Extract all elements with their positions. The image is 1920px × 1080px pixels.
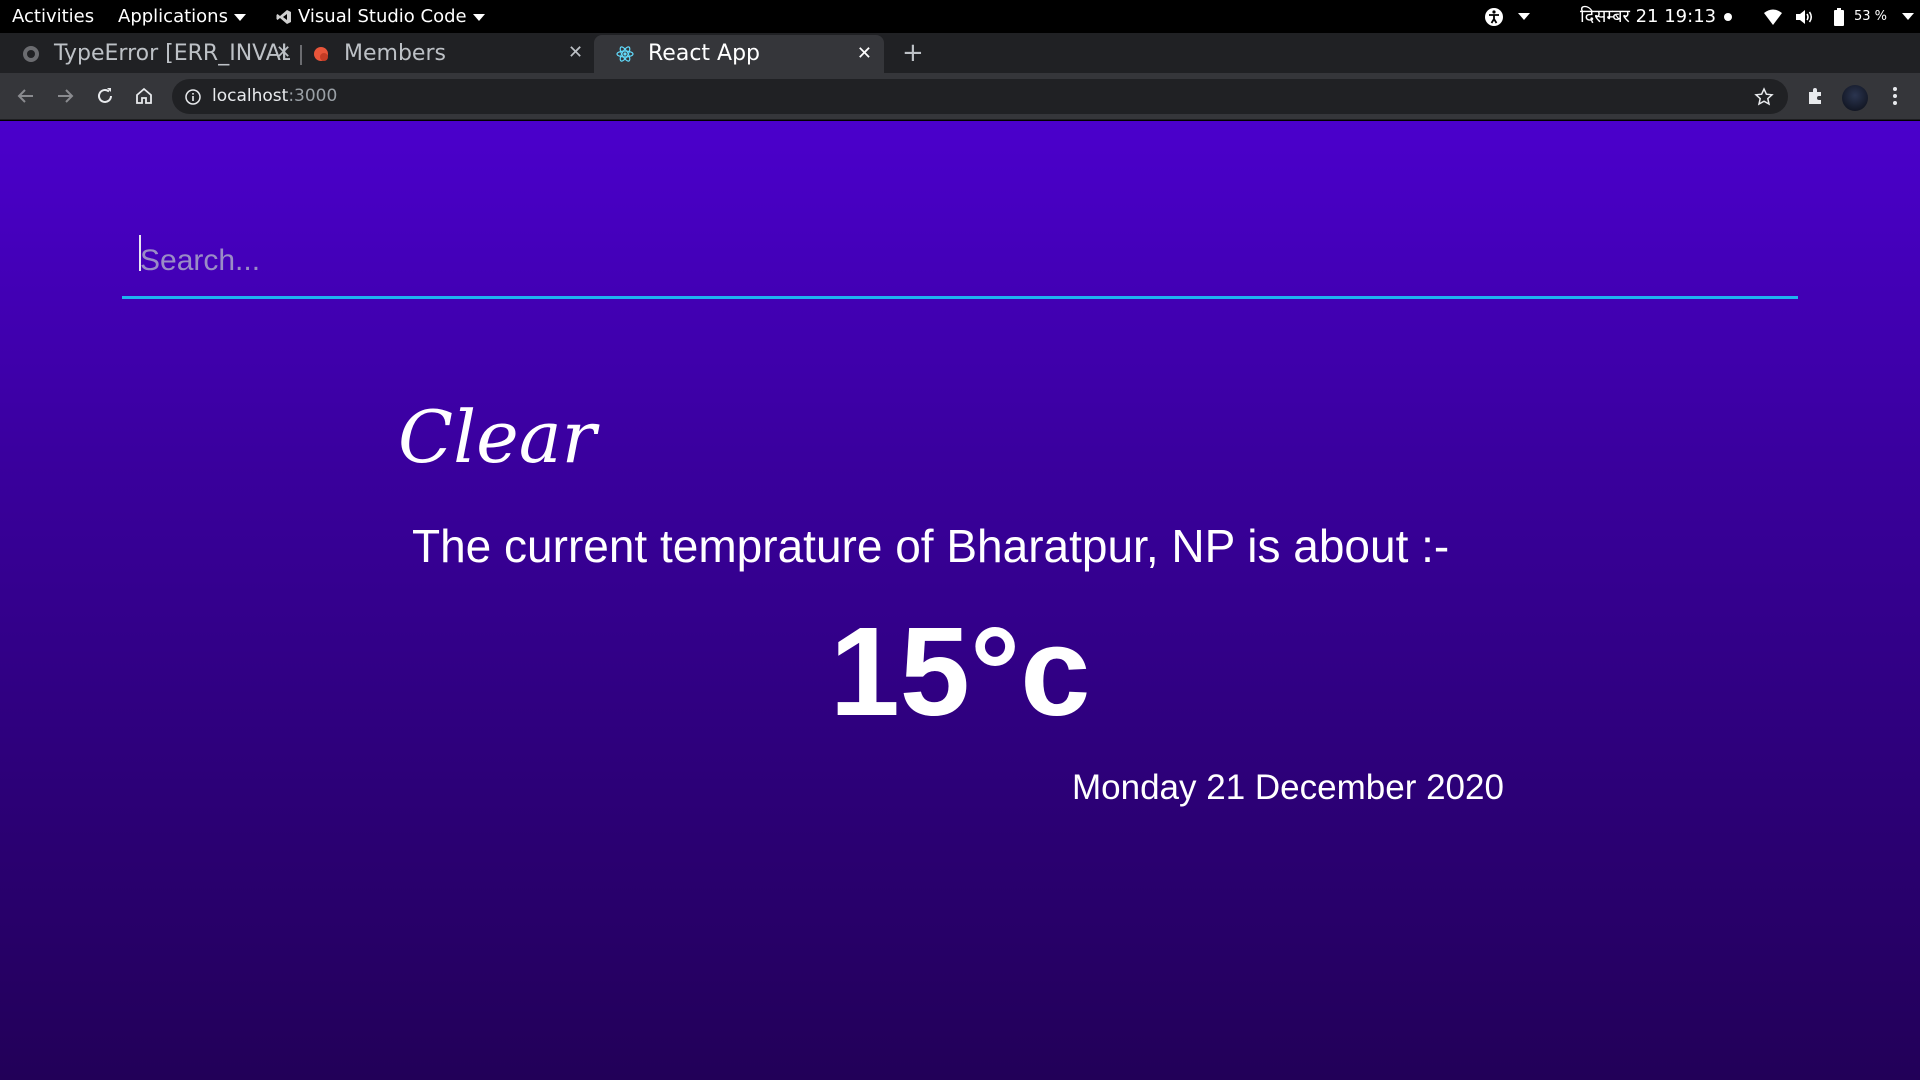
info-icon[interactable]	[184, 88, 202, 106]
weather-condition: Clear	[398, 395, 597, 479]
members-icon	[314, 47, 328, 61]
battery-percent: 53 %	[1854, 9, 1888, 24]
temperature-value: 15°c	[829, 601, 1091, 742]
temperature-description: The current temprature of Bharatpur, NP …	[412, 520, 1450, 572]
profile-avatar[interactable]	[1842, 85, 1868, 111]
tab-typeerror[interactable]: TypeError [ERR_INVALID	[0, 35, 290, 73]
activities-button[interactable]: Activities	[12, 0, 94, 33]
close-tab-icon[interactable]: ✕	[857, 35, 872, 73]
forward-icon[interactable]	[54, 85, 76, 107]
github-icon	[23, 46, 39, 62]
url-text: localhost:3000	[212, 79, 337, 114]
notification-dot-icon	[1724, 13, 1732, 21]
new-tab-button[interactable]: +	[902, 33, 924, 73]
search-input[interactable]	[122, 225, 1798, 299]
browser-tab-strip: TypeError [ERR_INVALID ✕ Members ✕ React…	[0, 33, 1920, 73]
chevron-down-icon	[233, 13, 246, 21]
chevron-down-icon[interactable]	[1902, 13, 1914, 20]
back-icon[interactable]	[15, 85, 37, 107]
chevron-down-icon	[472, 13, 485, 21]
address-bar[interactable]: localhost:3000	[172, 79, 1788, 114]
volume-icon[interactable]	[1794, 7, 1814, 27]
extensions-puzzle-icon[interactable]	[1804, 85, 1826, 107]
close-tab-icon[interactable]: ✕	[568, 33, 583, 73]
wifi-icon[interactable]	[1763, 7, 1783, 27]
home-icon[interactable]	[133, 85, 155, 107]
bookmark-star-icon[interactable]	[1754, 87, 1774, 107]
battery-icon[interactable]	[1829, 7, 1849, 27]
tab-react-app[interactable]: React App ✕	[594, 35, 884, 73]
reload-icon[interactable]	[94, 85, 116, 107]
tab-title: TypeError [ERR_INVALID	[54, 41, 290, 66]
vscode-icon	[276, 10, 291, 24]
chevron-down-icon	[1518, 13, 1530, 20]
weather-app-page: Clear The current temprature of Bharatpu…	[0, 121, 1920, 1080]
close-tab-icon[interactable]: ✕	[276, 33, 291, 73]
applications-menu[interactable]: Applications	[118, 0, 246, 33]
clock[interactable]: दिसम्बर 21 19:13	[1580, 0, 1716, 33]
url-port: :3000	[288, 86, 338, 106]
current-date: Monday 21 December 2020	[1072, 768, 1504, 807]
browser-toolbar: localhost:3000	[0, 73, 1920, 120]
tab-members[interactable]: Members	[290, 35, 560, 73]
text-cursor	[139, 235, 141, 271]
tab-title: Members	[344, 41, 446, 66]
system-top-bar: Activities Applications Visual Studio Co…	[0, 0, 1920, 33]
tab-title: React App	[648, 41, 761, 66]
accessibility-icon[interactable]	[1484, 7, 1504, 27]
more-menu-icon[interactable]	[1884, 85, 1906, 107]
active-app-menu[interactable]: Visual Studio Code	[276, 0, 485, 33]
active-app-label: Visual Studio Code	[298, 6, 467, 27]
react-icon	[616, 46, 634, 62]
url-host: localhost	[212, 86, 289, 106]
applications-label: Applications	[118, 6, 228, 27]
